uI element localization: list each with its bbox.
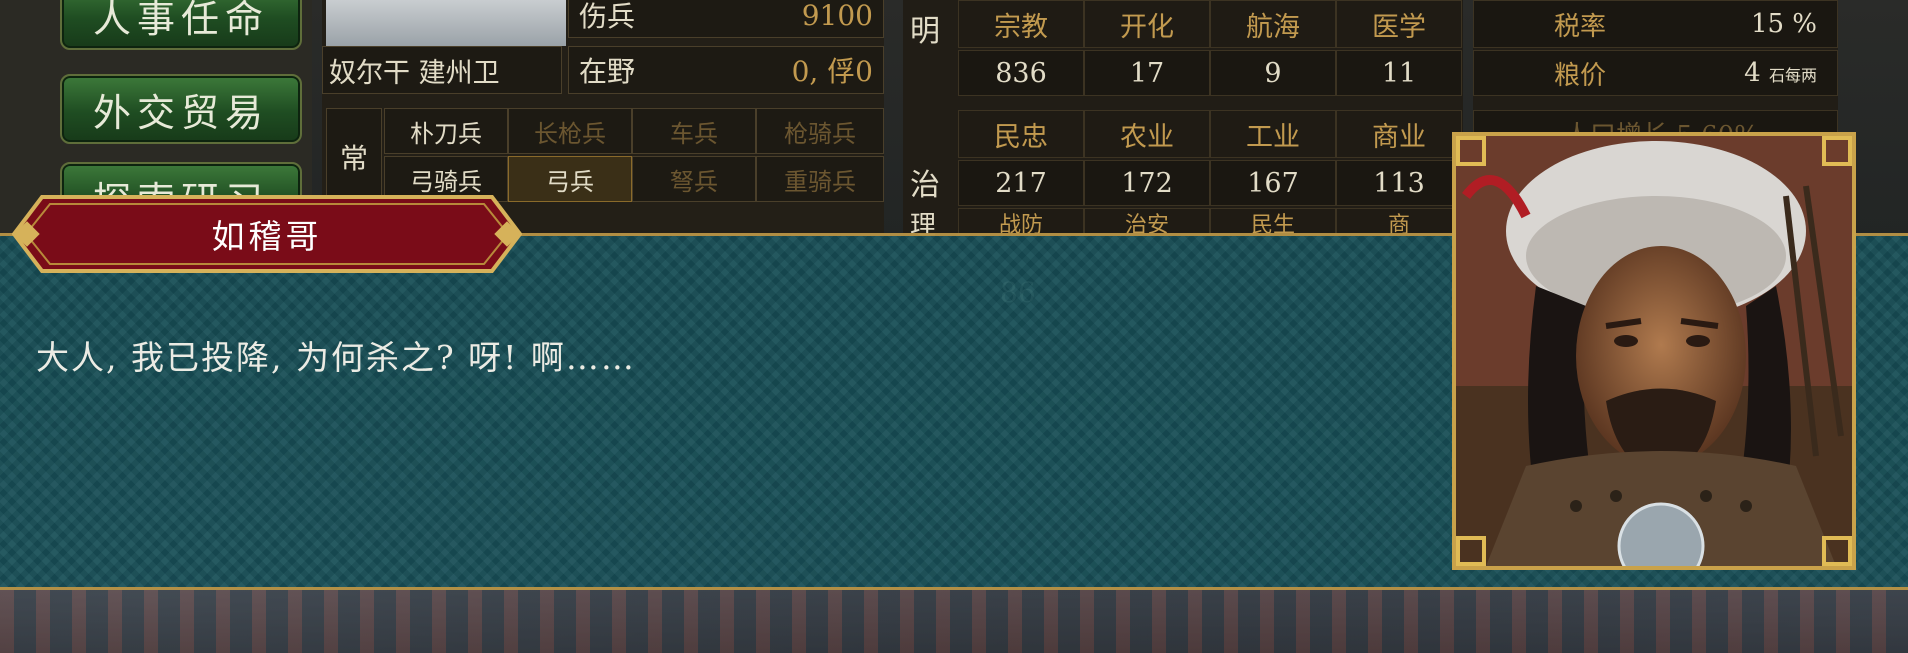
tax-label: 税率 (1554, 11, 1607, 42)
dialog-text: 大人, 我已投降, 为何杀之? 呀! 啊…… (36, 338, 636, 377)
faded-stat-values: 86 (1000, 276, 1036, 309)
stat-header: 宗教 (958, 0, 1084, 48)
troop-type[interactable]: 弩兵 (632, 156, 756, 202)
stat-value: 9 (1210, 50, 1336, 96)
stat-value: 113 (1336, 160, 1462, 206)
diplomacy-trade-button[interactable]: 外交贸易 (60, 74, 302, 144)
zhili-label: 治 (910, 168, 940, 203)
grain-price: 4 石每两 (1744, 58, 1817, 88)
speaker-name: 如稽哥 (211, 217, 323, 256)
stat-header: 航海 (1210, 0, 1336, 48)
wild-label: 在野 (579, 55, 636, 88)
wounded-label: 伤兵 (579, 0, 636, 33)
stat-header: 民忠 (958, 110, 1084, 158)
troop-type[interactable]: 长枪兵 (508, 108, 632, 154)
city-stats-panel: 明 宗教 开化 航海 医学 836 17 9 11 治 理 民忠 农业 工业 商… (903, 0, 1463, 241)
wounded-value: 9100 (801, 0, 873, 32)
speaker-name-plate: 如稽哥 (12, 195, 522, 273)
stat-value: 167 (1210, 160, 1336, 206)
stat-header: 开化 (1084, 0, 1210, 48)
troop-type[interactable]: 枪骑兵 (756, 108, 884, 154)
battlefield-scene (0, 590, 1908, 653)
stat-header: 工业 (1210, 110, 1336, 158)
troop-type-selected[interactable]: 弓兵 (508, 156, 632, 202)
stat-header: 商业 (1336, 110, 1462, 158)
ming-label: 明 (910, 14, 940, 49)
diplomacy-trade-label: 外交贸易 (92, 90, 269, 135)
grain-value: 4 (1744, 58, 1761, 88)
city-name: 奴尔干 建州卫 (322, 46, 562, 94)
tax-value: 15 % (1750, 9, 1817, 39)
wild-row: 在野 0, 俘0 (568, 46, 884, 94)
personnel-label: 人事任命 (92, 0, 269, 41)
speaker-portrait (1452, 132, 1856, 570)
troop-type[interactable]: 朴刀兵 (384, 108, 508, 154)
tax-row: 税率 15 % (1473, 0, 1838, 48)
wounded-row: 伤兵 9100 (568, 0, 884, 38)
grain-label: 粮价 (1554, 60, 1607, 91)
stat-value: 836 (958, 50, 1084, 96)
general-portrait-image (1456, 136, 1852, 566)
stat-header: 医学 (1336, 0, 1462, 48)
wild-value: 0, 俘0 (791, 55, 873, 88)
stat-value: 217 (958, 160, 1084, 206)
troop-type[interactable]: 车兵 (632, 108, 756, 154)
grain-unit: 石每两 (1768, 66, 1817, 85)
stat-value: 11 (1336, 50, 1462, 96)
troop-type[interactable]: 重骑兵 (756, 156, 884, 202)
stat-header: 农业 (1084, 110, 1210, 158)
city-map-thumbnail[interactable] (326, 0, 566, 46)
stat-value: 17 (1084, 50, 1210, 96)
personnel-button[interactable]: 人事任命 (60, 0, 302, 50)
stat-value: 172 (1084, 160, 1210, 206)
grain-row: 粮价 4 石每两 (1473, 50, 1838, 96)
